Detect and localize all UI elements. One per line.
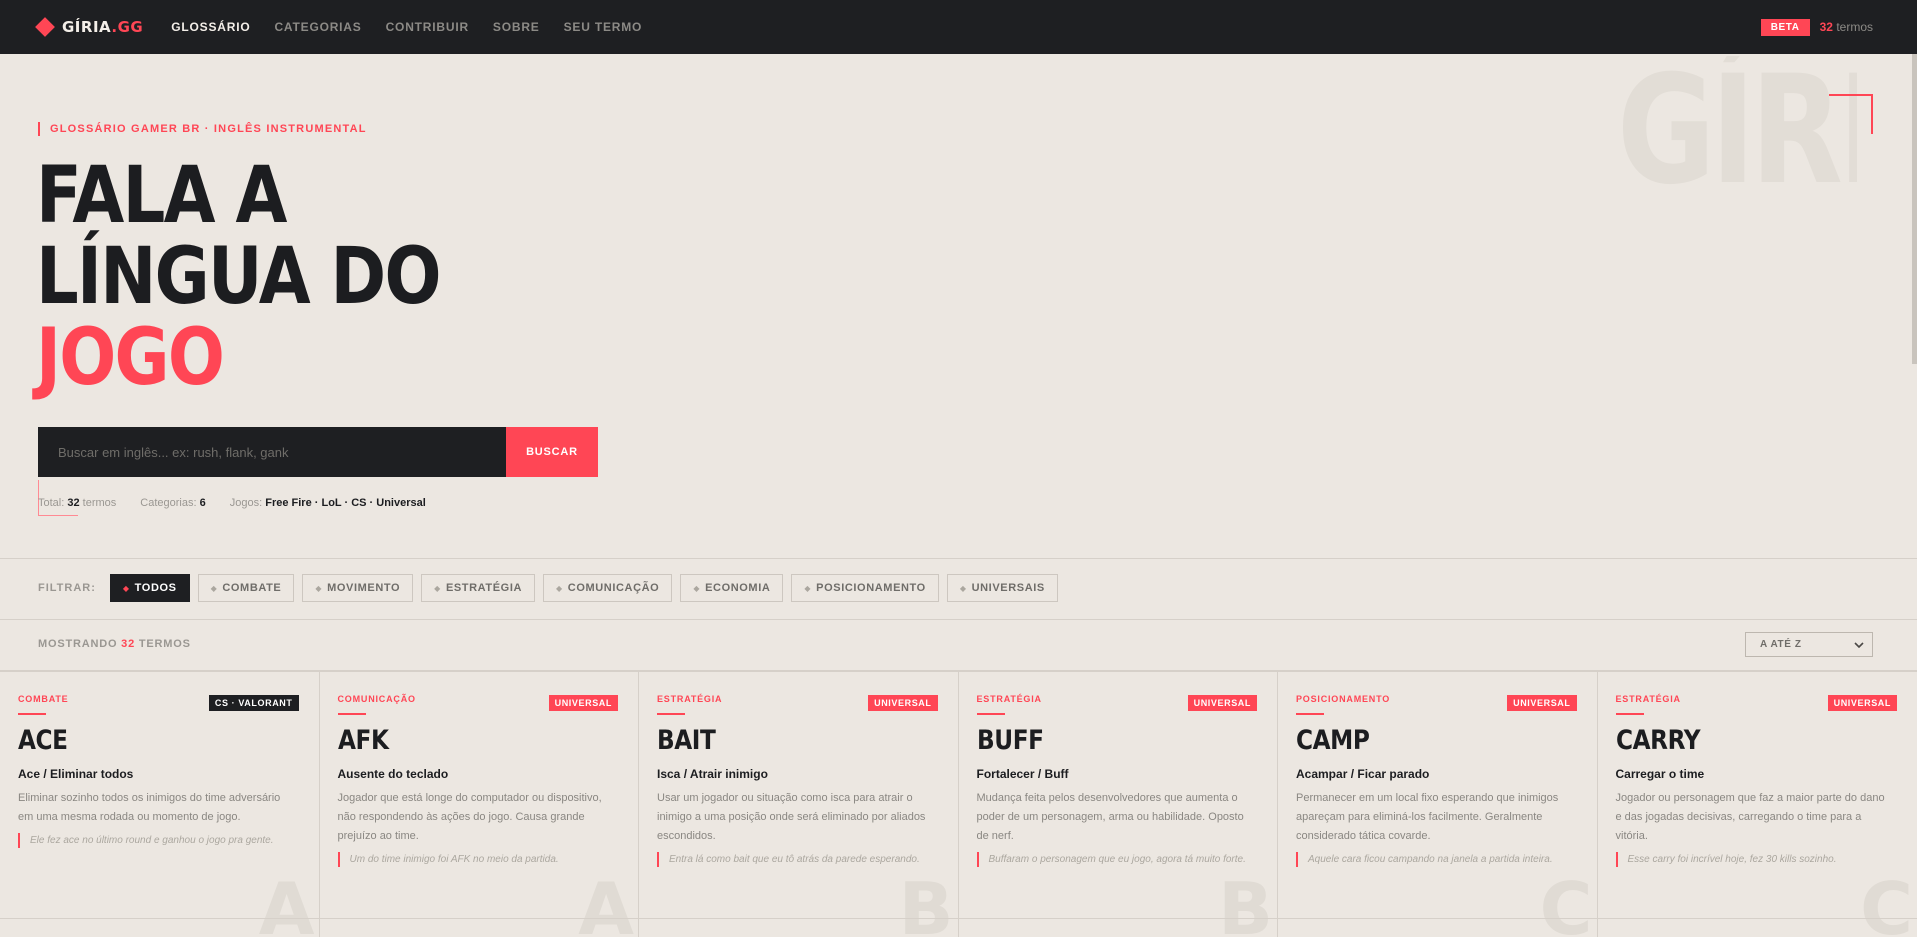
card-game-tag: UNIVERSAL bbox=[868, 695, 938, 711]
card-term: BUFF bbox=[976, 725, 1044, 756]
sort-value: A ATÉ Z bbox=[1760, 639, 1802, 650]
search-input[interactable] bbox=[38, 427, 506, 477]
nav-link-seu-termo[interactable]: SEU TERMO bbox=[564, 20, 643, 34]
card-accent-rule bbox=[976, 713, 1005, 715]
card-letter: B bbox=[898, 867, 954, 937]
card-example: Buffaram o personagem que eu jogo, agora… bbox=[976, 852, 1260, 867]
card-description: Jogador ou personagem que faz a maior pa… bbox=[1615, 792, 1885, 842]
card-letter: A bbox=[578, 867, 634, 937]
filter-chip-todos[interactable]: ◆ TODOS bbox=[109, 574, 190, 602]
card-translation: Ace / Eliminar todos bbox=[18, 767, 134, 781]
term-card[interactable]: ESTRATÉGIA UNIVERSAL CARRY Carregar o ti… bbox=[1598, 672, 1917, 937]
card-translation: Fortalecer / Buff bbox=[976, 767, 1069, 781]
card-translation: Ausente do teclado bbox=[337, 767, 449, 781]
divider bbox=[0, 619, 1917, 620]
term-card[interactable]: COMUNICAÇÃO UNIVERSAL AFK Ausente do tec… bbox=[320, 672, 639, 937]
nav-link-contribuir[interactable]: CONTRIBUIR bbox=[386, 20, 469, 34]
stat-total: Total: 32 termos bbox=[38, 497, 117, 509]
dot-icon: ◆ bbox=[556, 583, 563, 593]
nav-link-glossario[interactable]: GLOSSÁRIO bbox=[171, 20, 250, 34]
card-game-tag: UNIVERSAL bbox=[1187, 695, 1257, 711]
nav-right: BETA 32 termos bbox=[1760, 0, 1873, 54]
card-description: Mudança feita pelos desenvolvedores que … bbox=[976, 792, 1244, 842]
card-game-tag: UNIVERSAL bbox=[1827, 695, 1897, 711]
dot-icon: ◆ bbox=[210, 583, 218, 593]
card-translation: Carregar o time bbox=[1615, 767, 1705, 781]
hero-eyebrow: GLOSSÁRIO GAMER BR · INGLÊS INSTRUMENTAL bbox=[38, 122, 367, 136]
filter-chip-comunicacao[interactable]: ◆ COMUNICAÇÃO bbox=[543, 574, 673, 602]
card-letter: B bbox=[1218, 867, 1273, 937]
card-game-tag: UNIVERSAL bbox=[1507, 695, 1577, 711]
dot-icon: ◆ bbox=[122, 583, 130, 593]
card-example: Aquele cara ficou campando na janela a p… bbox=[1296, 852, 1579, 867]
card-game-tag: UNIVERSAL bbox=[548, 695, 618, 711]
filter-chip-posicionamento[interactable]: ◆ POSICIONAMENTO bbox=[791, 574, 939, 602]
stat-categories: Categorias: 6 bbox=[140, 497, 206, 509]
nav-link-sobre[interactable]: SOBRE bbox=[493, 20, 540, 34]
term-card[interactable]: COMBATE CS · VALORANT ACE Ace / Eliminar… bbox=[0, 672, 320, 937]
results-count: MOSTRANDO 32 TERMOS bbox=[38, 638, 191, 650]
card-letter: A bbox=[258, 867, 315, 937]
term-card[interactable]: ESTRATÉGIA UNIVERSAL BAIT Isca / Atrair … bbox=[639, 672, 959, 937]
nav-links: GLOSSÁRIO CATEGORIAS CONTRIBUIR SOBRE SE… bbox=[171, 20, 642, 34]
background-watermark-word: GÍRIA bbox=[1617, 56, 1857, 206]
search-button[interactable]: BUSCAR bbox=[506, 427, 598, 477]
filter-chip-economia[interactable]: ◆ ECONOMIA bbox=[680, 574, 784, 602]
card-translation: Acampar / Ficar parado bbox=[1296, 767, 1430, 781]
card-description: Eliminar sozinho todos os inimigos do ti… bbox=[18, 792, 281, 823]
filter-chip-combate[interactable]: ◆ COMBATE bbox=[197, 574, 295, 602]
term-card-grid: COMBATE CS · VALORANT ACE Ace / Eliminar… bbox=[0, 670, 1917, 937]
stat-games: Jogos: Free Fire · LoL · CS · Universal bbox=[229, 497, 426, 509]
card-term: BAIT bbox=[657, 725, 716, 756]
logo[interactable]: GÍRIA.GG bbox=[35, 17, 144, 37]
card-accent-rule bbox=[1615, 713, 1644, 715]
card-example: Entra lá como bait que eu tô atrás da pa… bbox=[657, 852, 940, 867]
logo-text: GÍRIA.GG bbox=[62, 18, 144, 36]
term-count: 32 termos bbox=[1819, 20, 1873, 34]
card-accent-rule bbox=[657, 713, 685, 715]
top-nav: GÍRIA.GG GLOSSÁRIO CATEGORIAS CONTRIBUIR… bbox=[0, 0, 1917, 54]
card-example: Um do time inimigo foi AFK no meio da pa… bbox=[337, 852, 621, 867]
sort-select[interactable]: A ATÉ Z bbox=[1745, 632, 1873, 657]
divider bbox=[0, 558, 1917, 559]
card-example: Esse carry foi incrível hoje, fez 30 kil… bbox=[1615, 852, 1900, 867]
card-letter: C bbox=[1860, 867, 1913, 937]
card-term: AFK bbox=[337, 725, 389, 756]
filter-label: FILTRAR: bbox=[38, 582, 96, 594]
card-translation: Isca / Atrair inimigo bbox=[657, 767, 768, 781]
divider bbox=[0, 918, 1917, 919]
dot-icon: ◆ bbox=[315, 583, 323, 593]
dot-icon: ◆ bbox=[434, 583, 441, 593]
filter-chip-movimento[interactable]: ◆ MOVIMENTO bbox=[302, 574, 414, 602]
dot-icon: ◆ bbox=[804, 583, 812, 593]
card-description: Permanecer em um local fixo esperando qu… bbox=[1296, 792, 1559, 842]
card-term: CAMP bbox=[1296, 725, 1370, 756]
card-letter: C bbox=[1539, 867, 1593, 937]
card-accent-rule bbox=[337, 713, 366, 715]
chevron-down-icon bbox=[1854, 641, 1864, 648]
card-accent-rule bbox=[18, 713, 46, 715]
nav-link-categorias[interactable]: CATEGORIAS bbox=[274, 20, 361, 34]
search-bar: BUSCAR bbox=[38, 427, 598, 477]
dot-icon: ◆ bbox=[693, 583, 701, 593]
filter-bar: FILTRAR: ◆ TODOS ◆ COMBATE ◆ MOVIMENTO ◆ EST… bbox=[38, 574, 1058, 602]
card-term: CARRY bbox=[1615, 725, 1701, 756]
beta-badge: BETA bbox=[1760, 18, 1810, 36]
corner-decoration bbox=[1829, 94, 1873, 134]
card-example: Ele fez ace no último round e ganhou o j… bbox=[18, 833, 301, 848]
card-description: Usar um jogador ou situação como isca pa… bbox=[657, 792, 926, 842]
term-card[interactable]: ESTRATÉGIA UNIVERSAL BUFF Fortalecer / B… bbox=[959, 672, 1278, 937]
filter-chip-estrategia[interactable]: ◆ ESTRATÉGIA bbox=[421, 574, 536, 602]
diamond-logo-icon bbox=[35, 17, 55, 37]
dot-icon: ◆ bbox=[959, 583, 967, 593]
card-description: Jogador que está longe do computador ou … bbox=[337, 792, 602, 842]
filter-chip-universais[interactable]: ◆ UNIVERSAIS bbox=[946, 574, 1058, 602]
page-scrollbar[interactable] bbox=[1912, 54, 1917, 364]
card-term: ACE bbox=[18, 725, 68, 756]
hero-stats: Total: 32 termos Categorias: 6 Jogos: Fr… bbox=[38, 497, 426, 509]
card-game-tag: CS · VALORANT bbox=[208, 695, 299, 711]
hero-title: FALA A LÍNGUA DO JOGO bbox=[36, 151, 442, 403]
term-card[interactable]: POSICIONAMENTO UNIVERSAL CAMP Acampar / … bbox=[1278, 672, 1598, 937]
card-accent-rule bbox=[1296, 713, 1324, 715]
